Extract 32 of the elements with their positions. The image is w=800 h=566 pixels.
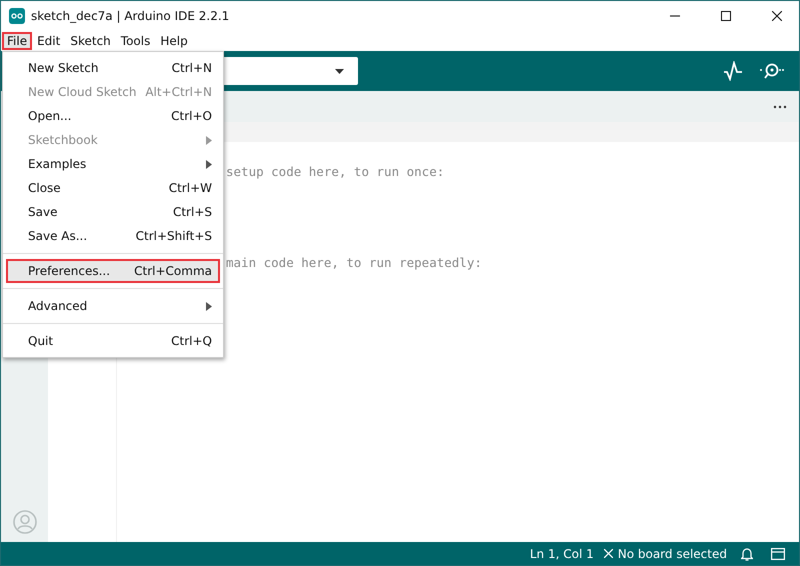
- more-options-icon[interactable]: [773, 104, 787, 108]
- menu-bar-item[interactable]: Tools: [116, 32, 156, 50]
- serial-plotter-icon[interactable]: [723, 61, 743, 81]
- maximize-icon[interactable]: [720, 10, 730, 20]
- menu-bar-item[interactable]: File: [2, 32, 32, 50]
- window-title: sketch_dec7a | Arduino IDE 2.2.1: [31, 8, 230, 22]
- menu-item[interactable]: Save As... Ctrl+Shift+S: [6, 224, 220, 248]
- menu-bar-item[interactable]: Edit: [32, 32, 66, 50]
- submenu-arrow-icon: [206, 302, 212, 310]
- submenu-arrow-icon: [206, 160, 212, 168]
- menu-item[interactable]: Open... Ctrl+O: [6, 104, 220, 128]
- menu-bar-item[interactable]: Sketch: [65, 32, 116, 50]
- app-logo-icon: [9, 8, 25, 24]
- close-icon[interactable]: [772, 10, 782, 20]
- menu-bar-item[interactable]: Help: [155, 32, 193, 50]
- dropdown-caret-icon: [335, 68, 344, 74]
- board-status[interactable]: No board selected: [618, 546, 727, 560]
- menu-item[interactable]: New Sketch Ctrl+N: [6, 56, 220, 80]
- serial-monitor-icon[interactable]: [759, 61, 785, 81]
- menu-item[interactable]: Preferences... Ctrl+Comma: [6, 259, 220, 283]
- cursor-position: Ln 1, Col 1: [530, 546, 594, 560]
- panel-toggle-icon[interactable]: [771, 548, 785, 560]
- menu-item[interactable]: Examples: [6, 152, 220, 176]
- bell-icon[interactable]: [741, 546, 753, 560]
- code-comment: main code here, to run repeatedly:: [226, 255, 483, 270]
- menu-item[interactable]: Close Ctrl+W: [6, 176, 220, 200]
- code-comment: setup code here, to run once:: [226, 164, 446, 179]
- menu-item[interactable]: Advanced: [6, 294, 220, 318]
- menu-item[interactable]: Save Ctrl+S: [6, 200, 220, 224]
- close-icon: [604, 549, 613, 558]
- menu-item[interactable]: Quit Ctrl+Q: [6, 329, 220, 353]
- submenu-arrow-icon: [206, 136, 212, 144]
